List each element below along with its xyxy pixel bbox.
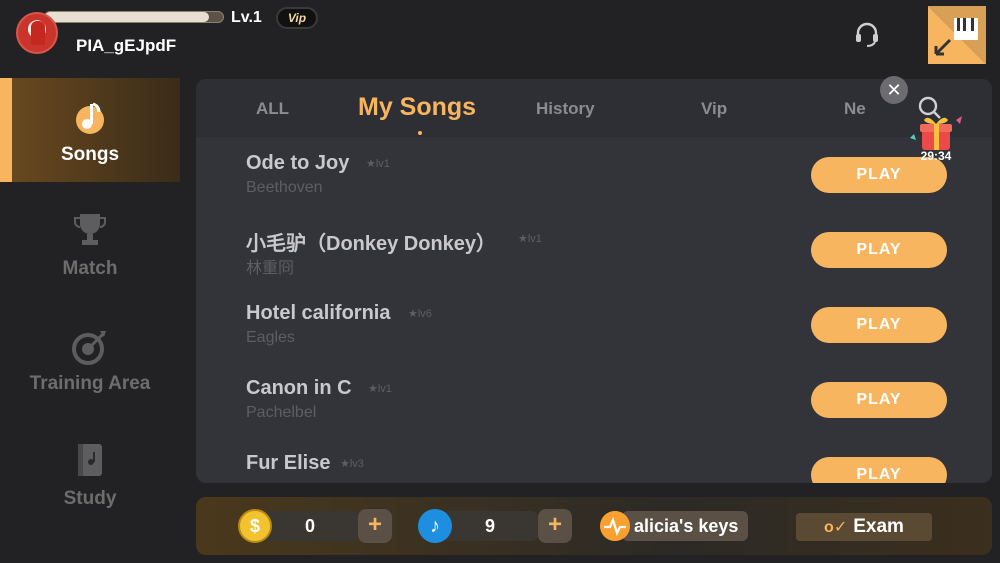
tab-history[interactable]: History	[536, 99, 595, 119]
list-item: Canon in C ★lv1 Pachelbel PLAY	[196, 377, 992, 452]
tab-all[interactable]: ALL	[256, 99, 289, 119]
song-artist: Pachelbel	[246, 404, 317, 421]
close-icon[interactable]: ✕	[880, 76, 908, 104]
exam-label: Exam	[853, 516, 904, 537]
sidebar-item-songs[interactable]: Songs	[0, 78, 180, 182]
active-tab-indicator	[418, 131, 422, 135]
play-button[interactable]: PLAY	[811, 307, 947, 343]
bottom-bar: $ 0 + ♪ 9 + alicia's keys o✓ Exam	[196, 497, 992, 555]
notes-value: 9	[442, 511, 538, 541]
play-button[interactable]: PLAY	[811, 232, 947, 268]
tab-new[interactable]: Ne	[844, 99, 866, 119]
vip-badge[interactable]: Vip	[276, 7, 318, 29]
song-artist: Eagles	[246, 329, 295, 346]
add-notes-button[interactable]: +	[538, 509, 572, 543]
play-button[interactable]: PLAY	[811, 382, 947, 418]
tab-vip[interactable]: Vip	[701, 99, 727, 119]
coins-value: 0	[262, 511, 358, 541]
list-item: Fur Elise ★lv3 PLAY	[196, 452, 992, 483]
top-bar: Lv.1 Vip PIA_gEJpdF	[0, 0, 1000, 70]
piano-mode-icon[interactable]	[928, 6, 986, 64]
song-level: ★lv1	[366, 158, 390, 170]
sidebar: Songs Match Training Area Study	[0, 78, 180, 563]
target-icon	[72, 331, 106, 365]
xp-progress-fill	[45, 12, 209, 22]
headset-icon[interactable]	[853, 20, 881, 48]
song-title: Ode to Joy	[246, 152, 350, 174]
song-title: Hotel california	[246, 302, 391, 324]
sidebar-item-label: Study	[63, 488, 117, 509]
trophy-icon	[74, 214, 106, 245]
music-note-icon	[76, 102, 104, 134]
song-level: ★lv6	[408, 308, 432, 320]
pulse-icon	[600, 511, 630, 541]
gift-timer: 29:34	[920, 149, 952, 163]
note-icon: ♪	[418, 509, 452, 543]
check-icon: o✓	[824, 519, 848, 536]
avatar[interactable]	[16, 12, 58, 54]
xp-progress-bar	[44, 11, 224, 23]
songs-panel: ALL My Songs History Vip Ne Ode to Joy ★…	[196, 79, 992, 483]
song-artist: 林重冏	[246, 260, 295, 277]
add-coins-button[interactable]: +	[358, 509, 392, 543]
username: PIA_gEJpdF	[76, 36, 177, 55]
song-artist: Beethoven	[246, 179, 323, 196]
song-level: ★lv1	[368, 383, 392, 395]
coins-counter: $ 0 +	[238, 509, 398, 543]
sidebar-item-label: Match	[62, 258, 118, 279]
song-title: Canon in C	[246, 377, 352, 399]
song-title: Fur Elise	[246, 452, 331, 474]
tab-my-songs[interactable]: My Songs	[358, 93, 476, 122]
alicias-keys-label: alicia's keys	[622, 511, 749, 541]
song-level: ★lv3	[340, 458, 364, 470]
sidebar-item-match[interactable]: Match	[0, 192, 180, 296]
play-button[interactable]: PLAY	[811, 457, 947, 483]
sidebar-item-training-area[interactable]: Training Area	[0, 307, 180, 411]
sidebar-item-study[interactable]: Study	[0, 422, 180, 526]
list-item: Ode to Joy ★lv1 Beethoven PLAY	[196, 152, 992, 227]
sidebar-item-label: Songs	[60, 144, 120, 165]
song-level: ★lv1	[518, 233, 542, 245]
notes-counter: ♪ 9 +	[418, 509, 578, 543]
book-icon	[78, 444, 102, 476]
song-title: 小毛驴（Donkey Donkey）	[246, 233, 497, 255]
tab-bar: ALL My Songs History Vip Ne	[196, 79, 992, 137]
list-item: Hotel california ★lv6 Eagles PLAY	[196, 302, 992, 377]
exam-button[interactable]: o✓ Exam	[796, 513, 932, 541]
sidebar-item-label: Training Area	[29, 373, 151, 394]
coin-icon: $	[238, 509, 272, 543]
list-item: 小毛驴（Donkey Donkey） ★lv1 林重冏 PLAY	[196, 227, 992, 302]
level-label: Lv.1	[231, 9, 262, 26]
